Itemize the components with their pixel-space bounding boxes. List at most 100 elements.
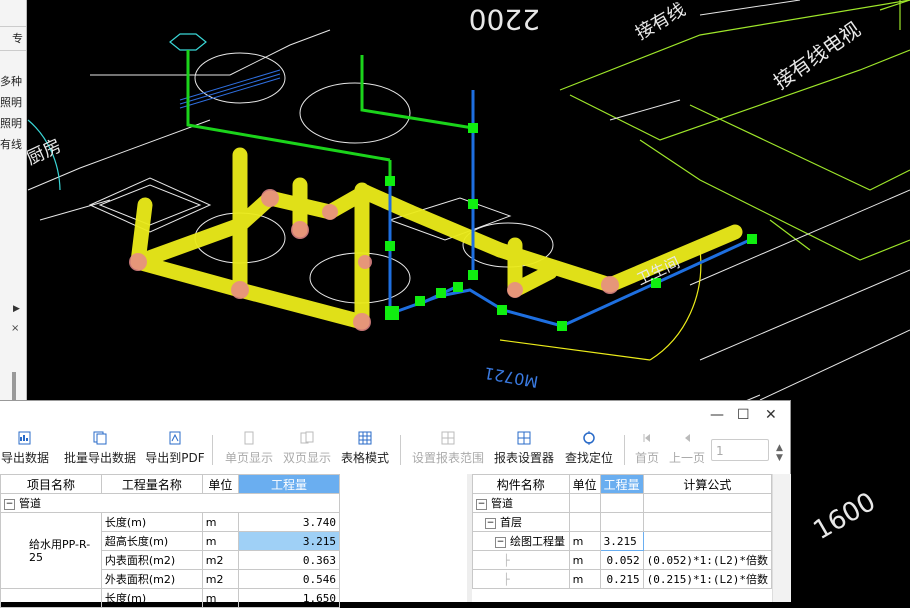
left-side-panel: 专 多种 照明 照明 有线 ▶ × [0,0,27,400]
report-toolbar: 导出数据 批量导出数据 导出到PDF 单页显示 双页显示 表格模式 设置报表范围 [0,429,790,473]
export-data-icon [18,431,31,445]
batch-export-button[interactable]: 批量导出数据 [62,431,138,466]
table-mode-label: 表格模式 [340,451,389,465]
set-range-label: 设置报表范围 [411,451,484,465]
qty-value-cell[interactable]: 0.052 [599,550,644,570]
page-spinner-icon[interactable]: ▲ ▼ [776,443,783,463]
unit-cell: m2 [201,550,240,570]
close-icon[interactable]: × [11,323,19,334]
unit-cell: m [201,512,240,532]
set-range-button[interactable]: 设置报表范围 [410,431,486,466]
report-setup-button[interactable]: 报表设置器 [492,431,556,466]
qty-value-cell[interactable]: 0.546 [238,569,340,589]
window-titlebar: — ☐ ✕ [0,401,790,429]
col-header-unit[interactable]: 单位 [568,474,601,494]
vertical-scrollbar[interactable] [772,474,791,602]
double-page-icon [300,431,314,444]
formula-cell[interactable]: (0.052)*1:(L2)*倍数 [642,550,773,570]
side-item-0[interactable]: 专 [12,30,23,46]
first-page-icon [643,434,650,442]
export-data-label: 导出数据 [0,451,49,465]
find-locate-label: 查找定位 [564,451,613,465]
qty-value-cell[interactable]: 0.363 [238,550,340,570]
toolbar-separator [212,435,213,465]
grid-icon [441,431,455,445]
find-locate-button[interactable]: 查找定位 [562,431,616,466]
prev-page-button[interactable]: 上一页 [666,431,708,466]
qty-name-cell: 超高长度(m) [100,531,203,551]
export-pdf-label: 导出到PDF [145,451,205,465]
formula-cell[interactable]: (0.215)*1:(L2)*倍数 [642,569,773,589]
col-header-unit[interactable]: 单位 [201,474,240,494]
table-row[interactable]: − 首层 [472,512,773,532]
collapse-toggle-icon[interactable]: − [4,498,15,510]
table-mode-button[interactable]: 表格模式 [338,431,392,466]
table-row[interactable]: − 管道 [472,493,773,513]
side-item-3[interactable]: 照明 [0,115,22,131]
prev-page-label: 上一页 [668,451,705,465]
double-page-button[interactable]: 双页显示 [280,431,334,466]
unit-cell: m [568,531,601,551]
col-header-qty-name[interactable]: 工程量名称 [100,474,203,494]
minimize-button[interactable]: — [710,407,724,423]
toolbar-separator [400,435,401,465]
side-item-4[interactable]: 有线 [0,136,22,152]
table-row[interactable]: 长度(m) m 1.650 [0,588,340,608]
collapse-toggle-icon[interactable]: − [476,498,487,510]
first-page-button[interactable]: 首页 [630,431,664,466]
close-window-button[interactable]: ✕ [765,407,777,423]
tree-node-pipe: 管道 [491,497,513,510]
unit-cell: m [201,531,240,551]
single-page-button[interactable]: 单页显示 [222,431,276,466]
table-row[interactable]: − 管道 [0,493,340,513]
report-setup-icon [517,431,531,445]
pdf-icon [169,431,181,445]
export-pdf-button[interactable]: 导出到PDF [144,431,206,466]
collapse-toggle-icon[interactable]: − [495,536,506,548]
table-row[interactable]: 给水用PP-R-25 长度(m) m 3.740 [0,512,340,589]
table-icon [358,431,372,445]
tree-node-floor: 首层 [500,516,522,529]
maximize-button[interactable]: ☐ [737,407,750,423]
qty-value-cell[interactable]: 3.740 [238,512,340,532]
unit-cell: m [568,569,601,589]
unit-cell: m [568,550,601,570]
dim-2200: 2200 [469,3,540,36]
side-item-1[interactable]: 多种 [0,73,22,89]
table-row[interactable]: ├ m 0.215 (0.215)*1:(L2)*倍数 [472,569,773,589]
qty-name-cell: 内表面积(m2) [100,550,203,570]
unit-cell: m2 [201,569,240,589]
expand-arrow-icon[interactable]: ▶ [13,304,20,314]
left-report-table: 项目名称 工程量名称 单位 工程量 − 管道 给水用PP-R-25 长度(m) m… [0,474,340,608]
qty-value-cell[interactable]: 0.215 [599,569,644,589]
side-divider-2 [0,50,26,51]
side-divider [0,26,26,27]
single-page-icon [244,431,254,445]
qty-name-cell: 长度(m) [100,588,203,608]
batch-export-icon [93,431,107,445]
table-row[interactable]: ├ m 0.052 (0.052)*1:(L2)*倍数 [472,550,773,570]
col-header-item[interactable]: 项目名称 [0,474,102,494]
prev-page-icon [685,434,690,442]
export-data-button[interactable]: 导出数据 [0,431,50,466]
page-number-input[interactable]: 1 [711,439,769,461]
col-header-qty[interactable]: 工程量 [599,474,644,494]
single-page-label: 单页显示 [224,451,273,465]
toolbar-separator [624,435,625,465]
group-label: 管道 [19,497,41,510]
qty-value-cell[interactable]: 1.650 [238,588,340,608]
qty-value-cell[interactable]: 3.215 [599,531,644,551]
qty-value-cell-selected[interactable]: 3.215 [238,531,340,551]
col-header-formula[interactable]: 计算公式 [642,474,773,494]
first-page-label: 首页 [634,451,659,465]
table-row[interactable]: − 绘图工程量 m 3.215 [472,531,773,551]
col-header-component[interactable]: 构件名称 [472,474,570,494]
col-header-qty[interactable]: 工程量 [238,474,340,494]
qty-name-cell: 长度(m) [100,512,203,532]
find-locate-icon [583,431,595,445]
side-scrollbar[interactable] [12,372,16,400]
collapse-toggle-icon[interactable]: − [485,517,496,529]
right-detail-table: 构件名称 单位 工程量 计算公式 − 管道 − 首层 − 绘图工程量 m 3.215 … [472,474,773,589]
qty-name-cell: 外表面积(m2) [100,569,203,589]
side-item-2[interactable]: 照明 [0,94,22,110]
